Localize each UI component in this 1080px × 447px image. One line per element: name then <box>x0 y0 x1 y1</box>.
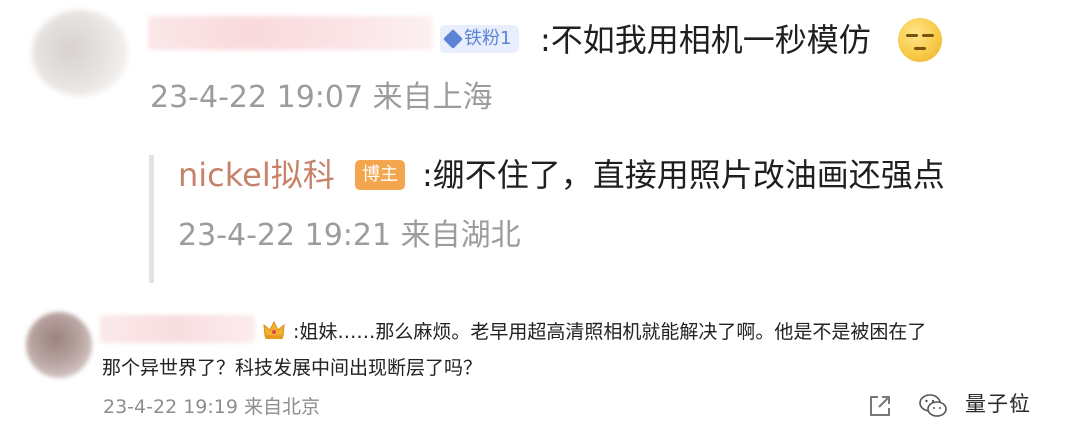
diamond-icon <box>443 29 463 49</box>
emoji-mouth <box>914 47 926 50</box>
comment-text-line1: :姐妹……那么麻烦。老早用超高清照相机就能解决了啊。他是不是被困在了 <box>293 321 927 343</box>
crown-icon <box>263 320 285 339</box>
comment-text-line2: 那个异世界了？科技发展中间出现断层了吗？ <box>102 357 483 379</box>
watermark: 量子位 <box>965 392 1031 416</box>
blogger-badge: 博主 <box>355 160 405 190</box>
comment-text: :不如我用相机一秒模仿 <box>540 21 871 59</box>
wechat-icon <box>919 394 947 417</box>
emoji-eye-left <box>906 34 918 37</box>
reply-username[interactable]: nickel拟科 <box>178 155 335 195</box>
emoji-eye-right <box>922 34 934 37</box>
smirk-emoji-icon <box>898 18 942 62</box>
reply-text: :绷不住了，直接用照片改油画还强点 <box>422 156 945 194</box>
avatar-blurred[interactable] <box>26 312 92 378</box>
comment-timestamp: 23-4-22 19:19 来自北京 <box>103 396 320 418</box>
fan-badge-label: 铁粉1 <box>464 28 512 49</box>
reply-thread-bar <box>149 155 154 283</box>
username-blurred[interactable] <box>100 315 255 343</box>
reply-timestamp: 23-4-22 19:21 来自湖北 <box>178 218 521 253</box>
username-blurred[interactable] <box>148 16 433 50</box>
avatar-blurred[interactable] <box>32 10 128 96</box>
comment-count[interactable]: 5 <box>1010 396 1019 412</box>
comment-timestamp: 23-4-22 19:07 来自上海 <box>150 80 493 115</box>
fan-badge: 铁粉1 <box>440 25 520 53</box>
share-icon[interactable] <box>868 394 892 418</box>
